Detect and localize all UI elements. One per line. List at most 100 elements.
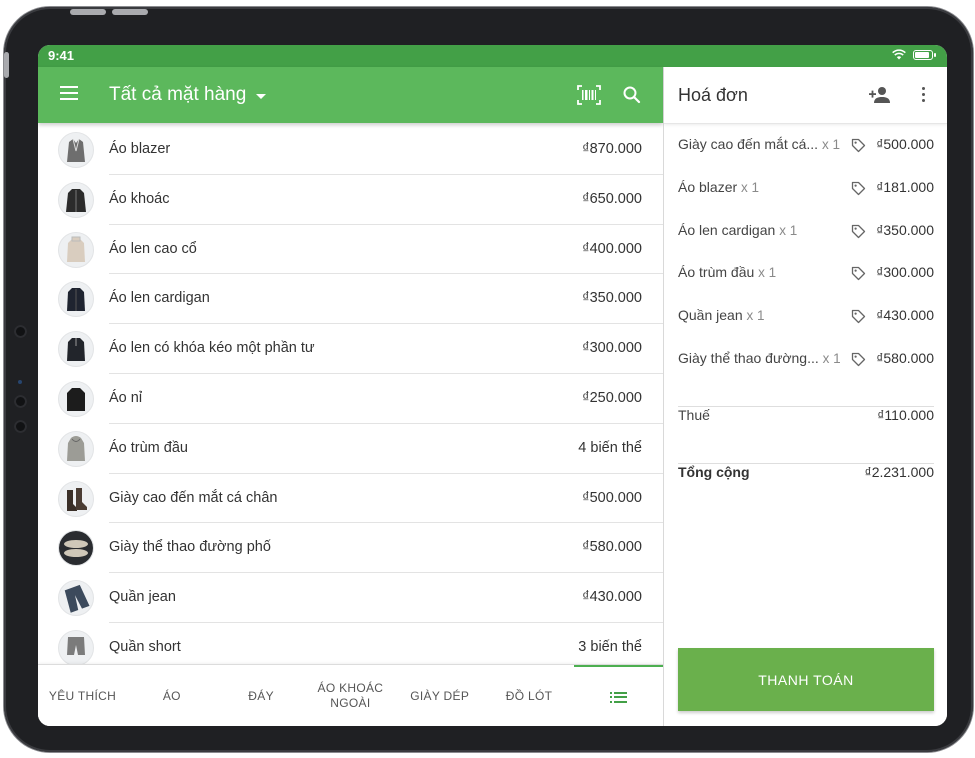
discount-tag-icon[interactable] <box>851 266 866 281</box>
chevron-down-icon <box>256 93 267 99</box>
category-dropdown[interactable]: Tất cả mặt hàng <box>109 84 267 106</box>
invoice-title: Hoá đơn <box>678 85 748 105</box>
product-thumbnail <box>58 281 94 318</box>
item-name: Áo trùm đầu <box>109 439 188 456</box>
list-item[interactable]: Áo len cao cổ ₫400.000 <box>38 225 663 275</box>
discount-tag-icon[interactable] <box>851 309 866 324</box>
item-name: Áo len có khóa kéo một phần tư <box>109 340 315 357</box>
total-value: ₫2.231.000 <box>864 464 934 480</box>
item-name: Áo nỉ <box>109 389 143 406</box>
total-row: Tổng cộng ₫2.231.000 <box>678 464 934 484</box>
tab-category[interactable]: ÁO KHOÁC NGOÀI <box>306 665 395 726</box>
tab-label: ĐỒ LÓT <box>505 688 553 703</box>
line-item-qty: x 1 <box>741 179 760 195</box>
invoice-line[interactable]: Áo len cardigan x 1 ₫350.000 <box>678 221 934 241</box>
line-item-price: ₫430.000 <box>876 307 934 324</box>
battery-icon <box>913 49 936 60</box>
product-thumbnail <box>58 380 94 417</box>
search-icon[interactable] <box>622 85 642 105</box>
discount-tag-icon[interactable] <box>851 224 866 239</box>
total-label: Tổng cộng <box>678 464 750 480</box>
list-item[interactable]: Áo len cardigan ₫350.000 <box>38 274 663 325</box>
tab-all-items[interactable] <box>573 665 663 726</box>
line-item-name: Giày thể thao đường... x 1 <box>678 350 841 366</box>
list-item[interactable]: Giày thể thao đường phố ₫580.000 <box>38 523 663 574</box>
product-thumbnail <box>58 580 94 617</box>
item-price: ₫350.000 <box>582 290 642 307</box>
line-item-qty: x 1 <box>746 308 765 324</box>
item-list: Áo blazer ₫870.000 Áo khoác ₫650.000 Áo … <box>38 125 663 664</box>
line-item-price: ₫580.000 <box>876 350 934 366</box>
line-item-price: ₫500.000 <box>876 136 934 152</box>
list-item[interactable]: Áo khoác ₫650.000 <box>38 175 663 225</box>
list-icon <box>609 691 627 703</box>
list-item[interactable]: Áo len có khóa kéo một phần tư ₫300.000 <box>38 324 663 374</box>
volume-button <box>70 9 106 15</box>
line-item-price: ₫181.000 <box>876 178 934 195</box>
list-item[interactable]: Áo blazer ₫870.000 <box>38 125 663 175</box>
invoice-line[interactable]: Giày thể thao đường... x 1 ₫580.000 <box>678 349 934 369</box>
line-item-name: Quần jean x 1 <box>678 307 765 324</box>
camera-dot <box>14 420 27 433</box>
tab-label: ĐÁY <box>248 688 274 703</box>
item-price: ₫500.000 <box>582 489 642 506</box>
tab-label: YÊU THÍCH <box>48 688 117 703</box>
screen: 9:41 Tất cả mặt hàng Áo blazer ₫870.000 … <box>38 45 947 726</box>
add-customer-icon[interactable] <box>869 86 891 104</box>
item-price: ₫300.000 <box>582 340 642 357</box>
category-tabs: YÊU THÍCH ÁO ĐÁY ÁO KHOÁC NGOÀI GIÀY DÉP ĐỒ L… <box>38 664 663 726</box>
camera-dot <box>14 325 27 338</box>
list-item[interactable]: Quần short 3 biến thể <box>38 623 663 664</box>
tab-category[interactable]: GIÀY DÉP <box>395 665 484 726</box>
product-thumbnail <box>58 181 94 218</box>
item-name: Quần short <box>109 638 181 655</box>
line-item-name: Áo trùm đầu x 1 <box>678 264 777 281</box>
item-price: ₫580.000 <box>582 539 642 556</box>
barcode-scan-icon[interactable] <box>577 85 601 105</box>
discount-tag-icon[interactable] <box>851 181 866 196</box>
invoice-line[interactable]: Áo blazer x 1 ₫181.000 <box>678 178 934 198</box>
item-price: 4 biến thể <box>578 439 642 456</box>
discount-tag-icon[interactable] <box>851 352 866 367</box>
status-bar: 9:41 <box>38 45 947 67</box>
items-pane: Tất cả mặt hàng Áo blazer ₫870.000 Áo kh… <box>38 67 663 726</box>
tab-category[interactable]: ÁO <box>127 665 216 726</box>
invoice-line[interactable]: Quần jean x 1 ₫430.000 <box>678 306 934 326</box>
status-time: 9:41 <box>48 48 75 63</box>
line-item-qty: x 1 <box>822 351 841 366</box>
invoice-line[interactable]: Giày cao đến mắt cá... x 1 ₫500.000 <box>678 135 934 155</box>
category-title: Tất cả mặt hàng <box>109 84 247 105</box>
camera-dot <box>14 395 27 408</box>
item-name: Áo len cardigan <box>109 290 210 307</box>
tax-row-content: Thuế ₫110.000 <box>678 407 934 427</box>
line-item-name: Giày cao đến mắt cá... x 1 <box>678 136 840 152</box>
list-item[interactable]: Quần jean ₫430.000 <box>38 573 663 623</box>
pay-button[interactable]: THANH TOÁN <box>678 648 934 711</box>
line-item-price: ₫300.000 <box>876 264 934 281</box>
item-name: Áo blazer <box>109 141 171 157</box>
tab-category[interactable]: ĐỒ LÓT <box>485 665 574 726</box>
invoice-pane: Hoá đơn Giày cao đến mắt cá... x 1 ₫500.… <box>663 67 947 726</box>
list-item[interactable]: Áo trùm đầu 4 biến thể <box>38 424 663 474</box>
item-name: Giày cao đến mắt cá chân <box>109 489 278 506</box>
list-item[interactable]: Áo nỉ ₫250.000 <box>38 374 663 424</box>
tab-category[interactable]: ĐÁY <box>217 665 306 726</box>
power-button <box>4 52 9 78</box>
product-thumbnail <box>58 331 94 368</box>
list-item[interactable]: Giày cao đến mắt cá chân ₫500.000 <box>38 474 663 524</box>
more-vert-icon[interactable] <box>920 87 926 103</box>
discount-tag-icon[interactable] <box>851 138 866 153</box>
menu-icon[interactable] <box>60 86 78 102</box>
line-item-qty: x 1 <box>779 222 798 238</box>
item-price: ₫650.000 <box>582 190 642 207</box>
item-price: ₫400.000 <box>582 240 642 257</box>
tab-category[interactable]: YÊU THÍCH <box>38 665 127 726</box>
camera-led <box>18 380 22 384</box>
tax-label: Thuế <box>678 407 710 423</box>
app-bar: Tất cả mặt hàng <box>38 67 663 123</box>
line-item-price: ₫350.000 <box>876 221 934 238</box>
invoice-line[interactable]: Áo trùm đầu x 1 ₫300.000 <box>678 263 934 283</box>
tab-label: GIÀY DÉP <box>410 688 470 703</box>
line-item-qty: x 1 <box>821 137 840 152</box>
item-name: Giày thể thao đường phố <box>109 539 271 556</box>
